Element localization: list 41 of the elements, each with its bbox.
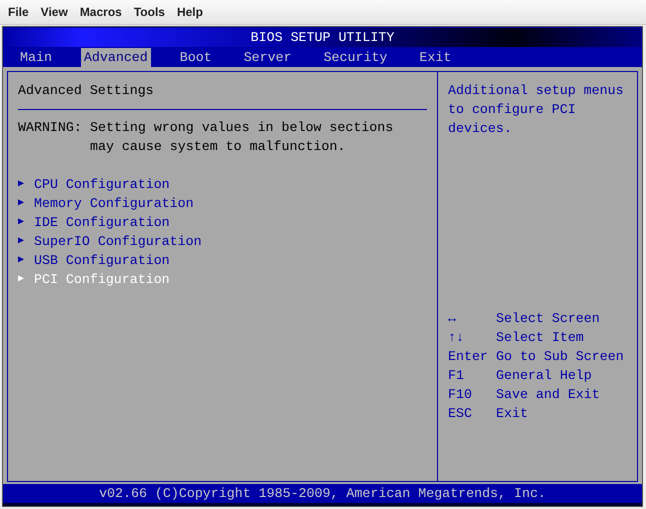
help-text: Additional setup menus to configure PCI devices. [448,82,625,138]
tab[interactable]: Boot [176,48,215,67]
arrow-icon: ▶ [18,175,26,194]
warning-label: WARNING: [18,119,83,137]
tab[interactable]: Server [240,48,295,67]
arrow-icon: ▶ [18,251,26,270]
panel-heading: Advanced Settings [18,82,155,100]
arrow-icon: ▶ [18,194,26,213]
submenu-item[interactable]: SuperIO Configuration [34,232,202,251]
menu-item[interactable]: Help [170,5,209,19]
menu-item[interactable]: Tools [128,5,171,19]
key-label: Enter [448,348,489,366]
submenu-item[interactable]: USB Configuration [34,251,170,270]
menu-item[interactable]: View [34,5,74,19]
key-label: F1 [448,367,465,385]
warning-text: Setting wrong values in below sections [90,119,394,137]
copyright-text: v02.66 (C)Copyright 1985-2009, American Megatrends, Inc. [99,486,546,501]
arrow-icon: ▶ [18,213,26,232]
tab[interactable]: Exit [416,48,454,67]
key-action: General Help [496,367,592,385]
key-action: Select Screen [496,310,600,328]
key-action: Exit [496,405,528,423]
submenu-item[interactable]: IDE Configuration [34,213,170,232]
tab[interactable]: Main [17,48,55,67]
key-action: Save and Exit [496,386,600,404]
arrow-icon: ▶ [18,270,26,289]
tab[interactable]: Advanced [80,48,151,67]
window-title: BIOS SETUP UTILITY [250,30,394,45]
menu-item[interactable]: Macros [74,5,128,19]
key-action: Go to Sub Screen [496,348,624,366]
key-label: ESC [448,405,473,423]
key-action: Select Item [496,329,584,347]
tab[interactable]: Security [320,48,390,67]
key-label: F10 [448,386,473,404]
arrow-icon: ▶ [18,232,26,251]
key-label: ↑↓ [448,329,465,347]
submenu-item[interactable]: CPU Configuration [34,175,170,194]
key-label: ↔ [448,310,457,328]
warning-text: may cause system to malfunction. [90,138,346,156]
menu-item[interactable]: File [2,5,35,19]
submenu-item[interactable]: Memory Configuration [34,194,194,213]
